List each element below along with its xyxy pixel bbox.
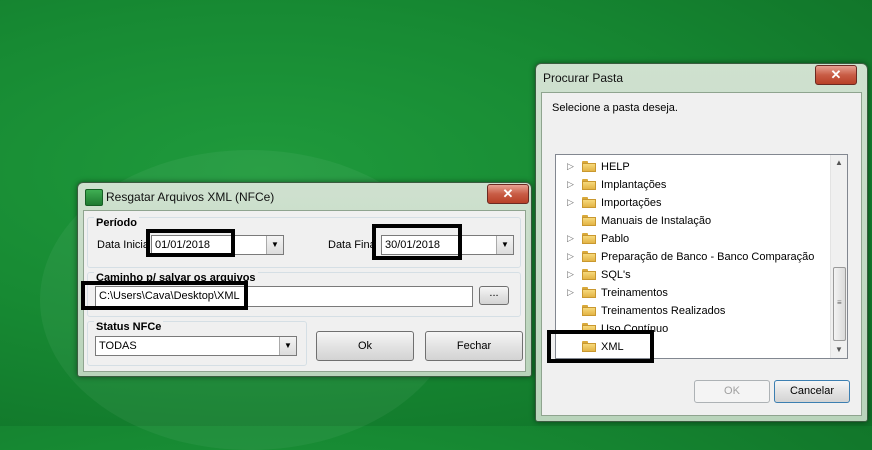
tree-item-label: Manuais de Instalação — [601, 215, 712, 227]
grip-icon: ≡ — [837, 298, 842, 307]
ok-button[interactable]: Ok — [316, 331, 414, 361]
expand-arrow-icon[interactable]: ▷ — [567, 197, 574, 208]
status-select[interactable]: TODAS ▼ — [95, 336, 297, 356]
tree-item-label: SQL's — [601, 269, 631, 281]
procurar-ok-label: OK — [724, 385, 740, 397]
folder-icon — [582, 251, 596, 262]
highlight-data-inicial — [146, 229, 235, 257]
procurar-window: Procurar Pasta ✕ Selecione a pasta desej… — [535, 63, 868, 422]
tree-item[interactable]: Treinamentos Realizados — [556, 302, 826, 320]
tree-item-label: Preparação de Banco - Banco Comparação — [601, 251, 815, 263]
status-label: Status NFCe — [94, 321, 164, 333]
folder-icon — [582, 233, 596, 244]
folder-icon — [582, 287, 596, 298]
browse-folder-button[interactable]: ... — [479, 286, 509, 305]
tree-item[interactable]: ▷ SQL's — [556, 266, 826, 284]
tree-item[interactable]: ▷ Pablo — [556, 230, 826, 248]
tree-item[interactable]: ▷ HELP — [556, 158, 826, 176]
chevron-down-icon[interactable]: ▼ — [266, 236, 283, 254]
tree-item[interactable]: ▷ Importações — [556, 194, 826, 212]
procurar-close-button[interactable]: ✕ — [815, 65, 857, 85]
scroll-thumb[interactable]: ≡ — [833, 267, 846, 341]
procurar-titlebar[interactable]: Procurar Pasta ✕ — [536, 64, 867, 90]
chevron-down-icon[interactable]: ▼ — [279, 337, 296, 355]
folder-icon — [582, 161, 596, 172]
folder-tree[interactable]: ▷ HELP ▷ Implantações ▷ Importações Manuais de… — [555, 154, 848, 359]
highlight-data-final — [372, 224, 462, 260]
procurar-title: Procurar Pasta — [543, 71, 624, 85]
tree-item-label: Treinamentos Realizados — [601, 305, 726, 317]
data-inicial-label: Data Inicia — [97, 239, 149, 251]
resgatar-window: Resgatar Arquivos XML (NFCe) ✕ Período D… — [77, 182, 532, 377]
tree-item-label: Pablo — [601, 233, 630, 245]
expand-arrow-icon[interactable]: ▷ — [567, 287, 574, 298]
procurar-client: Selecione a pasta deseja. ▷ HELP ▷ Implanta… — [541, 92, 862, 416]
fechar-button[interactable]: Fechar — [425, 331, 523, 361]
ok-button-label: Ok — [357, 340, 373, 352]
tree-item[interactable]: Manuais de Instalação — [556, 212, 826, 230]
highlight-caminho — [81, 281, 248, 310]
tree-item[interactable]: ▷ Treinamentos — [556, 284, 826, 302]
procurar-ok-button[interactable]: OK — [694, 380, 770, 403]
scroll-down-icon[interactable]: ▼ — [831, 342, 847, 358]
status-value: TODAS — [99, 340, 137, 352]
tree-item-label: Implantações — [601, 179, 667, 191]
tree-item-label: Treinamentos — [601, 287, 668, 299]
resgatar-close-button[interactable]: ✕ — [487, 184, 529, 204]
tree-item[interactable]: ▷ Preparação de Banco - Banco Comparação — [556, 248, 826, 266]
expand-arrow-icon[interactable]: ▷ — [567, 269, 574, 280]
close-icon: ✕ — [830, 67, 842, 82]
highlight-xml-folder — [547, 330, 654, 363]
expand-arrow-icon[interactable]: ▷ — [567, 251, 574, 262]
folder-tree-scrollbar[interactable]: ▲ ≡ ▼ — [830, 155, 847, 358]
ellipsis-icon: ... — [489, 287, 499, 299]
data-final-label: Data Fina — [328, 239, 376, 251]
chevron-down-icon[interactable]: ▼ — [496, 236, 513, 254]
cancelar-button[interactable]: Cancelar — [774, 380, 850, 403]
procurar-instruction: Selecione a pasta deseja. — [552, 102, 678, 114]
folder-icon — [582, 197, 596, 208]
expand-arrow-icon[interactable]: ▷ — [567, 179, 574, 190]
folder-icon — [582, 305, 596, 316]
folder-icon — [582, 269, 596, 280]
periodo-label: Período — [94, 217, 139, 229]
resgatar-title: Resgatar Arquivos XML (NFCe) — [106, 190, 275, 204]
cancelar-label: Cancelar — [789, 385, 835, 397]
expand-arrow-icon[interactable]: ▷ — [567, 161, 574, 172]
tree-item[interactable]: ▷ Implantações — [556, 176, 826, 194]
folder-icon — [582, 215, 596, 226]
tree-item-label: HELP — [601, 161, 630, 173]
app-icon — [85, 189, 103, 206]
close-icon: ✕ — [502, 186, 514, 201]
scroll-up-icon[interactable]: ▲ — [831, 155, 847, 171]
resgatar-titlebar[interactable]: Resgatar Arquivos XML (NFCe) ✕ — [78, 183, 531, 209]
tree-item-label: Importações — [601, 197, 662, 209]
fechar-button-label: Fechar — [456, 340, 492, 352]
expand-arrow-icon[interactable]: ▷ — [567, 233, 574, 244]
folder-icon — [582, 179, 596, 190]
status-group: Status NFCe TODAS ▼ — [87, 321, 307, 366]
